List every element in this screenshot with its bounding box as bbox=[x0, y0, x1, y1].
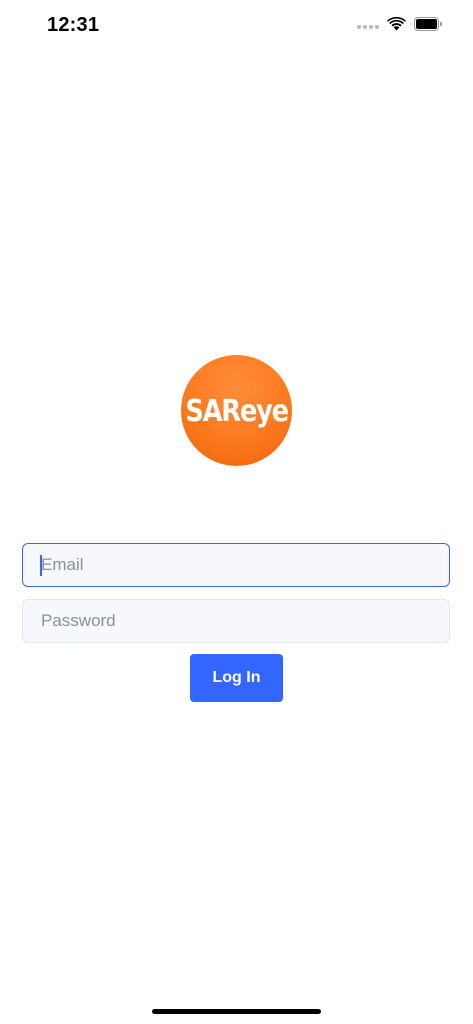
logo-text: SAReye bbox=[185, 394, 289, 429]
password-field[interactable] bbox=[22, 599, 450, 643]
status-bar: 12:31 bbox=[0, 0, 473, 54]
cellular-signal-icon bbox=[357, 25, 379, 29]
login-button[interactable]: Log In bbox=[190, 654, 283, 702]
status-icons bbox=[357, 17, 443, 31]
email-field[interactable] bbox=[22, 543, 450, 587]
text-cursor bbox=[40, 555, 42, 576]
home-indicator bbox=[152, 1009, 321, 1014]
battery-icon bbox=[414, 17, 442, 31]
app-logo: SAReye bbox=[181, 355, 292, 466]
wifi-icon bbox=[387, 17, 406, 31]
status-time: 12:31 bbox=[47, 14, 100, 36]
